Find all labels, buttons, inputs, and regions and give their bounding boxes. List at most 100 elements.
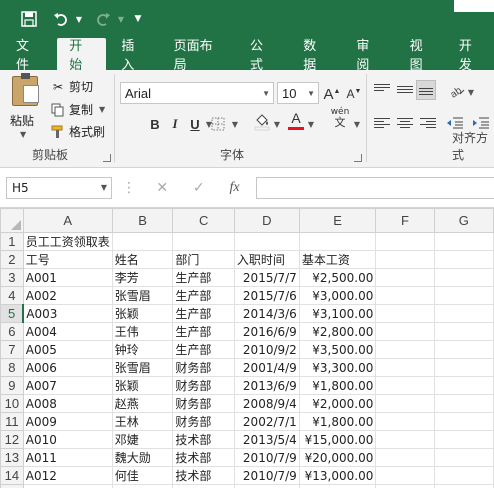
name-box[interactable]: H5 ▼	[6, 177, 112, 199]
cell[interactable]: ¥2,500.00	[298, 268, 377, 287]
undo-dropdown-icon[interactable]: ▼	[74, 6, 84, 32]
row-header[interactable]: 8	[0, 358, 24, 377]
cell[interactable]	[172, 232, 235, 251]
cell[interactable]	[172, 484, 235, 488]
cell[interactable]	[433, 358, 494, 377]
cell[interactable]: 赵燕	[111, 394, 174, 413]
cell[interactable]: ¥3,300.00	[298, 358, 377, 377]
cell[interactable]: 2016/6/9	[233, 322, 300, 341]
cell[interactable]	[433, 322, 494, 341]
cell[interactable]	[433, 268, 494, 287]
tab-insert[interactable]: 插入	[106, 38, 161, 73]
row-header[interactable]: 2	[0, 250, 24, 269]
cell[interactable]	[433, 232, 494, 251]
phonetic-dropdown-icon[interactable]: ▼	[352, 114, 362, 134]
cell[interactable]: ¥2,000.00	[298, 394, 377, 413]
cell[interactable]	[233, 232, 300, 251]
italic-button[interactable]: I	[166, 114, 184, 134]
cell[interactable]: 王伟	[111, 322, 174, 341]
row-header[interactable]: 15	[0, 484, 24, 488]
fill-color-dropdown-icon[interactable]: ▼	[272, 114, 282, 134]
row-header[interactable]: 12	[0, 430, 24, 449]
font-size-select[interactable]: 10 ▼	[277, 82, 319, 104]
cell[interactable]	[111, 484, 174, 488]
cell[interactable]	[375, 322, 435, 341]
cell[interactable]: 财务部	[172, 412, 235, 431]
cell[interactable]: 技术部	[172, 430, 235, 449]
cell[interactable]: 技术部	[172, 466, 235, 485]
column-header-e[interactable]: E	[298, 208, 377, 233]
cell[interactable]: A004	[22, 322, 113, 341]
cell[interactable]: ¥13,000.00	[298, 466, 377, 485]
orientation-dropdown-icon[interactable]: ▼	[466, 82, 476, 102]
cell[interactable]: 员工工资领取表	[22, 232, 113, 251]
tab-data[interactable]: 数据	[289, 38, 342, 73]
cell[interactable]	[375, 412, 435, 431]
cell[interactable]: A010	[22, 430, 113, 449]
column-header-d[interactable]: D	[233, 208, 300, 233]
cell[interactable]: A008	[22, 394, 113, 413]
align-left-icon[interactable]	[374, 116, 390, 130]
save-icon[interactable]	[16, 6, 42, 32]
cell[interactable]: 魏大勋	[111, 448, 174, 467]
tab-view[interactable]: 视图	[396, 38, 449, 73]
cell[interactable]: 财务部	[172, 376, 235, 395]
cell[interactable]	[375, 250, 435, 269]
cell[interactable]	[375, 304, 435, 323]
formula-bar-grip-icon[interactable]: ⋮	[122, 180, 136, 196]
cell[interactable]: 钟玲	[111, 340, 174, 359]
cell[interactable]: ¥1,800.00	[298, 412, 377, 431]
cell[interactable]: 生产部	[172, 286, 235, 305]
insert-function-icon[interactable]: fx	[229, 180, 239, 196]
clipboard-dialog-launcher[interactable]	[103, 154, 111, 162]
cell[interactable]	[433, 466, 494, 485]
row-header[interactable]: 1	[0, 232, 24, 251]
cell[interactable]	[433, 340, 494, 359]
cell[interactable]: 生产部	[172, 304, 235, 323]
cell[interactable]	[433, 250, 494, 269]
undo-icon[interactable]	[48, 6, 74, 32]
font-name-select[interactable]: Arial ▼	[120, 82, 274, 104]
font-dialog-launcher[interactable]	[354, 154, 362, 162]
cell[interactable]: A011	[22, 448, 113, 467]
cell[interactable]	[22, 484, 113, 488]
cell[interactable]: 李芳	[111, 268, 174, 287]
column-header-b[interactable]: B	[111, 208, 174, 233]
redo-icon[interactable]	[90, 6, 116, 32]
row-header[interactable]: 13	[0, 448, 24, 467]
cell[interactable]	[433, 304, 494, 323]
formula-input[interactable]	[256, 177, 494, 199]
cell[interactable]	[375, 448, 435, 467]
cell[interactable]: 张颖	[111, 304, 174, 323]
cell[interactable]: ¥3,000.00	[298, 286, 377, 305]
cell[interactable]: 生产部	[172, 322, 235, 341]
cell[interactable]: 部门	[172, 250, 235, 269]
orientation-button[interactable]: ab	[446, 80, 468, 100]
cell[interactable]: 2015/7/6	[233, 286, 300, 305]
cell[interactable]	[233, 484, 300, 488]
enter-icon[interactable]: ✓	[193, 180, 205, 196]
cell[interactable]: A001	[22, 268, 113, 287]
tab-review[interactable]: 审阅	[342, 38, 395, 73]
cell[interactable]: 2013/5/4	[233, 430, 300, 449]
align-bottom-icon[interactable]	[416, 80, 436, 100]
cell[interactable]: 2001/4/9	[233, 358, 300, 377]
fill-color-button[interactable]	[252, 112, 272, 132]
tab-home[interactable]: 开始	[57, 38, 107, 73]
cell[interactable]: 2014/3/6	[233, 304, 300, 323]
cell[interactable]: 2015/7/7	[233, 268, 300, 287]
column-header-f[interactable]: F	[375, 208, 435, 233]
cell[interactable]: 何佳	[111, 466, 174, 485]
cell[interactable]: 2010/7/9	[233, 448, 300, 467]
cell[interactable]: 姓名	[111, 250, 174, 269]
font-color-button[interactable]: A	[286, 110, 306, 130]
cell[interactable]: A003	[22, 304, 113, 323]
cell[interactable]	[375, 394, 435, 413]
format-painter-button[interactable]: 格式刷	[50, 123, 105, 140]
copy-button[interactable]: 复制 ▼	[50, 101, 105, 118]
cell[interactable]: 2002/7/1	[233, 412, 300, 431]
cell[interactable]: 张雪眉	[111, 358, 174, 377]
decrease-font-size-button[interactable]: A▼	[344, 84, 364, 104]
borders-button[interactable]	[208, 114, 228, 134]
cell[interactable]	[375, 268, 435, 287]
